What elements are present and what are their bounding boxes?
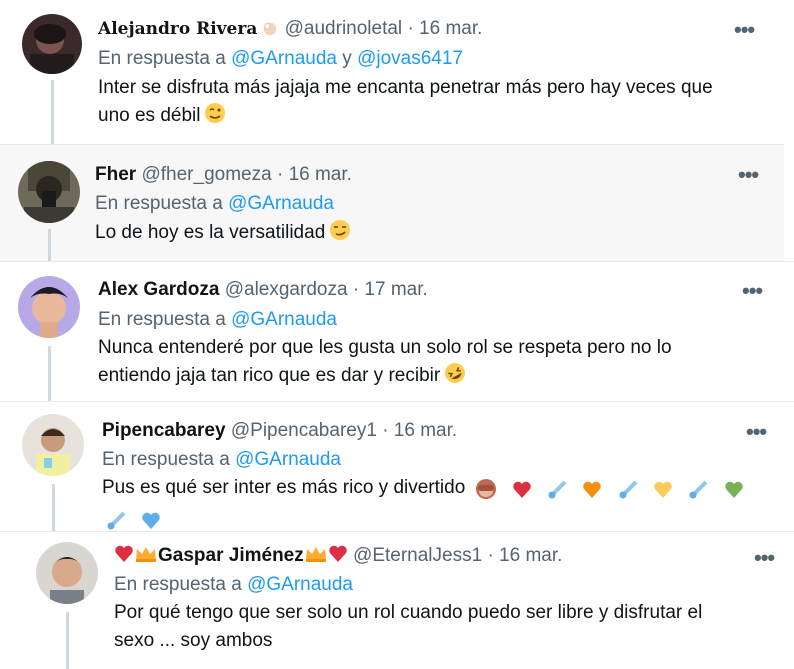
reply-tweet[interactable]: Alex Gardoza @alexgardoza · 17 mar. ••• … [0,261,794,401]
heart-icon [653,477,679,505]
tweet-text-line: entiendo jaja tan rico que es dar y reci… [98,365,441,386]
heart-icon [114,544,134,571]
tweet-date[interactable]: 16 mar. [289,164,352,185]
avatar[interactable] [22,414,84,476]
heart-icon [512,477,538,505]
comet-icon [106,508,132,531]
user-handle[interactable]: @alexgardoza [225,279,348,300]
thread-connector-line [66,612,69,669]
tweet-header: Fher @fher_gomeza · 16 mar. [95,163,352,187]
reply-context: En respuesta a @GArnauda [114,573,353,597]
separator-dot: · [487,545,494,566]
reply-prefix: En respuesta a [98,48,226,69]
tweet-header: Gaspar Jiménez @EternalJess1 · 16 mar. [114,544,562,571]
tweet-text: Nunca entenderé por que les gusta un sol… [98,334,778,393]
crown-icon [134,544,158,571]
heart-icon [582,477,608,505]
user-handle[interactable]: @Pipencabarey1 [231,420,377,441]
mention-link[interactable]: @jovas6417 [357,48,463,69]
avatar[interactable] [36,542,98,604]
tweet-text-line: Nunca entenderé por que les gusta un sol… [98,337,672,358]
comet-icon [547,477,573,505]
reply-context: En respuesta a @GArnauda [102,448,341,472]
tweet-text-line: Inter se disfruta más jajaja me encanta … [98,77,713,98]
mention-link[interactable]: @GArnauda [228,193,334,214]
avatar[interactable] [22,14,82,74]
reply-context: En respuesta a @GArnauda [98,308,337,332]
tweet-text: Pus es qué ser inter es más rico y diver… [102,474,782,531]
smirk-face-icon [329,219,351,250]
tweet-text-line: sexo ... soy ambos [114,630,273,651]
comet-icon [618,477,644,505]
tweet-header: Alejandro Rivera @audrinoletal · 16 mar. [98,17,482,44]
user-handle[interactable]: @fher_gomeza [141,164,271,185]
mention-joiner: y [342,48,352,69]
tweet-text: Por qué tengo que ser solo un rol cuando… [114,599,784,655]
user-handle[interactable]: @EternalJess1 [353,545,482,566]
more-options-icon[interactable]: ••• [754,547,775,569]
tweet-header: Pipencabarey @Pipencabarey1 · 16 mar. [102,419,457,443]
thread-connector-line [52,484,55,531]
avatar[interactable] [18,276,80,338]
separator-dot: · [407,18,414,39]
tweet-header: Alex Gardoza @alexgardoza · 17 mar. [98,278,428,302]
reply-context: En respuesta a @GArnauda y @jovas6417 [98,47,463,71]
mention-link[interactable]: @GArnauda [235,449,341,470]
separator-dot: · [276,164,284,185]
crown-icon [304,544,328,571]
more-options-icon[interactable]: ••• [746,421,767,443]
separator-dot: · [382,420,389,441]
separator-dot: · [352,279,360,300]
tweet-date[interactable]: 17 mar. [364,279,427,300]
mention-link[interactable]: @GArnauda [231,48,337,69]
more-options-icon[interactable]: ••• [738,164,759,186]
ok-hand-icon [261,19,279,44]
display-name[interactable]: Alejandro Rivera [98,19,257,39]
reply-tweet[interactable]: Pipencabarey @Pipencabarey1 · 16 mar. ••… [0,401,794,531]
heart-icon [724,477,750,505]
tweet-date[interactable]: 16 mar. [394,420,457,441]
mention-link[interactable]: @GArnauda [247,574,353,595]
heart-icon [141,508,167,531]
mention-link[interactable]: @GArnauda [231,309,337,330]
reply-prefix: En respuesta a [114,574,242,595]
tweet-text: Inter se disfruta más jajaja me encanta … [98,74,778,133]
display-name[interactable]: Gaspar Jiménez [158,545,304,566]
display-name[interactable]: Alex Gardoza [98,279,219,300]
reply-tweet[interactable]: Gaspar Jiménez @EternalJess1 · 16 mar. •… [0,531,794,669]
reply-tweet[interactable]: Alejandro Rivera @audrinoletal · 16 mar.… [0,0,790,144]
tweet-text-line: Lo de hoy es la versatilidad [95,222,326,243]
tweet-text-line: Por qué tengo que ser solo un rol cuando… [114,602,703,623]
tweet-date[interactable]: 16 mar. [419,18,482,39]
comet-icon [688,477,714,505]
user-handle[interactable]: @audrinoletal [285,18,403,39]
avatar[interactable] [18,161,80,223]
heart-icon [328,544,348,571]
display-name[interactable]: Pipencabarey [102,420,226,441]
more-options-icon[interactable]: ••• [734,19,755,41]
thread-connector-line [48,346,51,401]
wink-face-icon [204,102,226,133]
display-name[interactable]: Fher [95,164,136,185]
reply-prefix: En respuesta a [98,309,226,330]
tweet-date[interactable]: 16 mar. [499,545,562,566]
rolling-laughing-face-icon [444,362,466,393]
more-options-icon[interactable]: ••• [742,280,763,302]
tweet-text-line: uno es débil [98,105,201,126]
tweet-text: Lo de hoy es la versatilidad [95,219,765,250]
tweet-text-line: Pus es qué ser inter es más rico y diver… [102,477,466,498]
reply-tweet[interactable]: Fher @fher_gomeza · 16 mar. ••• En respu… [0,144,784,261]
thread-connector-line [48,229,51,261]
reply-prefix: En respuesta a [95,193,223,214]
reply-context: En respuesta a @GArnauda [95,192,334,216]
see-no-evil-monkey-icon [475,477,503,505]
reply-prefix: En respuesta a [102,449,230,470]
thread-connector-line [51,80,54,144]
